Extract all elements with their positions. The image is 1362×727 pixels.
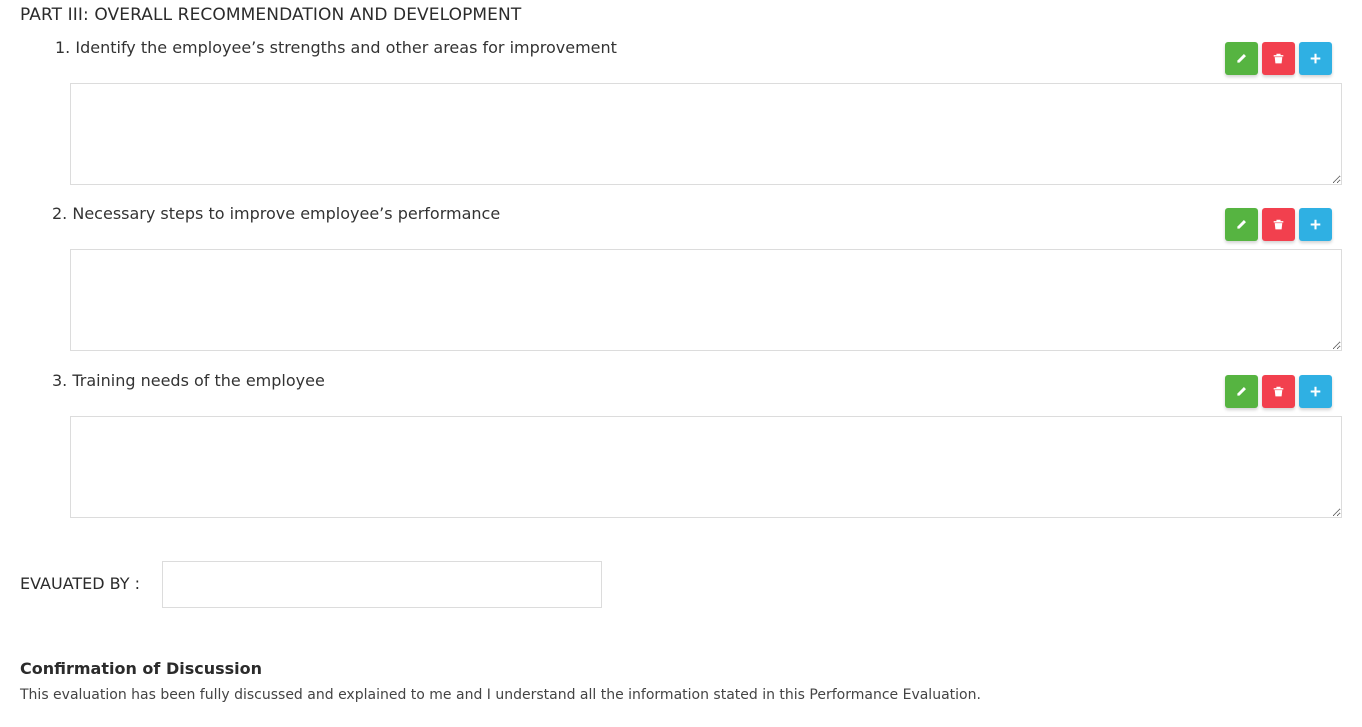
question-3-edit-button[interactable]	[1225, 375, 1258, 408]
question-2-label: 2. Necessary steps to improve employee’s…	[52, 204, 500, 223]
question-1-delete-button[interactable]	[1262, 42, 1295, 75]
question-3-add-button[interactable]	[1299, 375, 1332, 408]
question-1-actions	[1225, 42, 1332, 75]
question-2-number: 2.	[52, 204, 68, 223]
question-3-delete-button[interactable]	[1262, 375, 1295, 408]
evaluated-by-input[interactable]	[162, 561, 602, 608]
pencil-icon	[1237, 220, 1246, 229]
question-3-textarea[interactable]	[70, 416, 1342, 518]
plus-icon	[1310, 53, 1321, 64]
trash-icon	[1273, 386, 1284, 397]
question-1-label: 1. Identify the employee’s strengths and…	[55, 38, 617, 57]
question-2-edit-button[interactable]	[1225, 208, 1258, 241]
plus-icon	[1310, 219, 1321, 230]
question-1-add-button[interactable]	[1299, 42, 1332, 75]
evaluated-by-label: EVAUATED BY :	[20, 574, 141, 593]
question-1-text: Identify the employee’s strengths and ot…	[75, 38, 617, 57]
question-2-textarea[interactable]	[70, 249, 1342, 351]
pencil-icon	[1237, 387, 1246, 396]
question-2-actions	[1225, 208, 1332, 241]
question-3-actions	[1225, 375, 1332, 408]
part-title: PART III: OVERALL RECOMMENDATION AND DEV…	[20, 5, 522, 25]
trash-icon	[1273, 53, 1284, 64]
confirmation-text: This evaluation has been fully discussed…	[20, 687, 981, 703]
question-2-text: Necessary steps to improve employee’s pe…	[72, 204, 501, 223]
plus-icon	[1310, 386, 1321, 397]
pencil-icon	[1237, 54, 1246, 63]
question-1-textarea[interactable]	[70, 83, 1342, 185]
question-2-delete-button[interactable]	[1262, 208, 1295, 241]
confirmation-title: Confirmation of Discussion	[20, 659, 263, 678]
question-1-edit-button[interactable]	[1225, 42, 1258, 75]
trash-icon	[1273, 219, 1284, 230]
question-3-label: 3. Training needs of the employee	[52, 371, 325, 390]
question-1-number: 1.	[55, 38, 71, 57]
question-3-text: Training needs of the employee	[72, 371, 325, 390]
question-2-add-button[interactable]	[1299, 208, 1332, 241]
question-3-number: 3.	[52, 371, 68, 390]
